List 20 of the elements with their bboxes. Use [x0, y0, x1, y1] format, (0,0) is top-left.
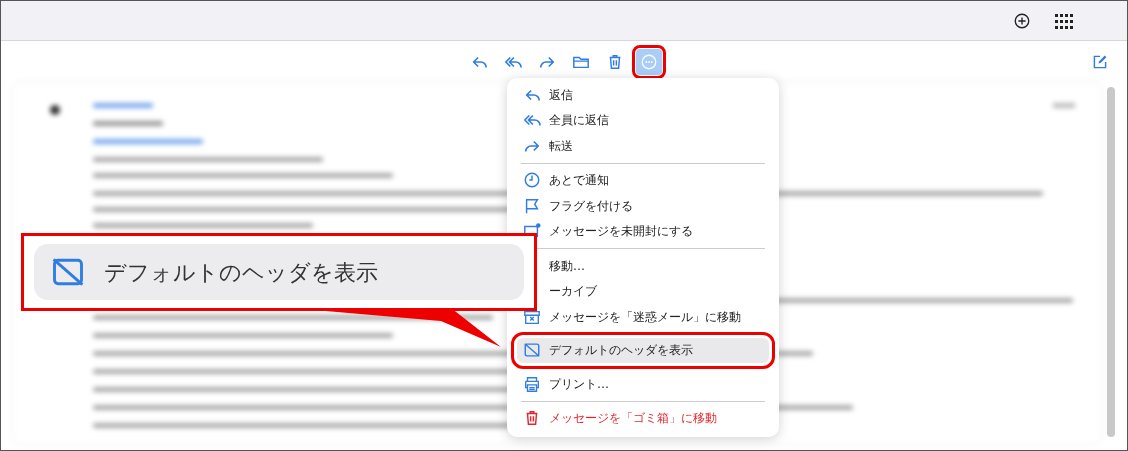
menu-item[interactable]: 全員に返信 — [517, 107, 769, 133]
menu-item[interactable]: プリント… — [517, 371, 769, 397]
menu-item[interactable]: 転送 — [517, 133, 769, 159]
more-icon — [640, 53, 658, 71]
menu-item[interactable]: 返信 — [517, 82, 769, 108]
menu-item[interactable]: ーカイブ — [549, 278, 603, 304]
scrollbar[interactable] — [1107, 87, 1115, 437]
printer-icon — [523, 374, 541, 393]
flag-icon — [523, 196, 541, 215]
grid-icon — [1054, 11, 1074, 30]
add-circle-icon — [1013, 11, 1031, 30]
menu-item[interactable]: メッセージを「ゴミ箱」に移動 — [517, 405, 769, 431]
menu-item[interactable]: 移動… — [549, 253, 591, 279]
compose-icon — [1092, 54, 1108, 70]
menu-item[interactable]: あとで通知 — [517, 167, 769, 193]
menu-item[interactable]: メッセージを「迷惑メール」に移動 — [517, 304, 769, 330]
clock-icon — [523, 171, 541, 190]
callout-text: デフォルトのヘッダを表示 — [104, 258, 378, 287]
menu-item[interactable]: フラグを付ける — [517, 193, 769, 219]
crossed-square-icon — [523, 341, 541, 360]
